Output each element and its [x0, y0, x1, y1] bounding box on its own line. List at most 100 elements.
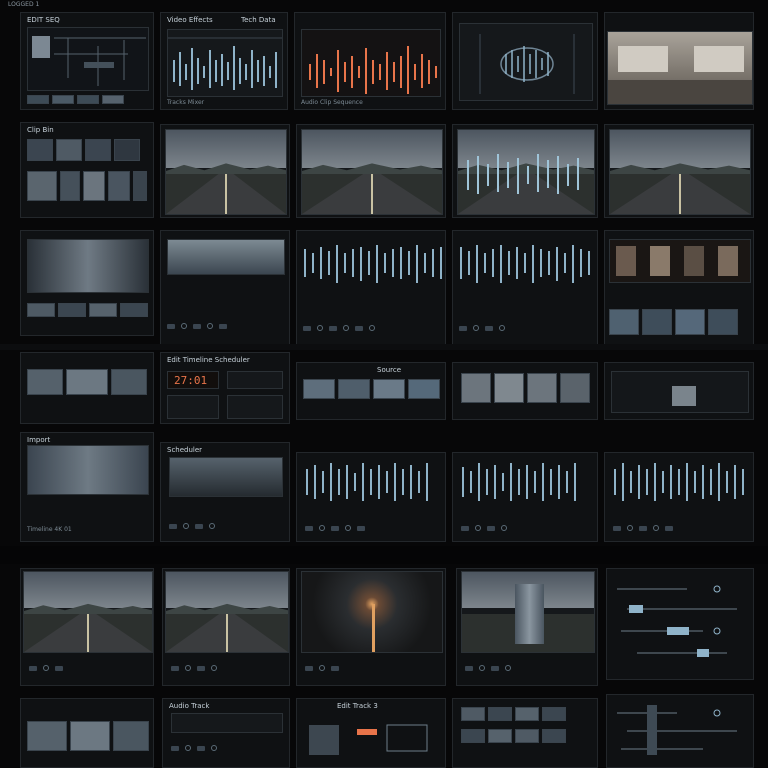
thumbnail[interactable]: [515, 707, 539, 721]
road-viewer-panel[interactable]: [160, 124, 290, 218]
import-preview[interactable]: [27, 445, 149, 495]
effects-panel[interactable]: [604, 362, 754, 420]
control-button[interactable]: [355, 325, 363, 331]
thumbnail[interactable]: [111, 369, 147, 395]
aux-screen[interactable]: [227, 371, 283, 389]
structure-scene-screen[interactable]: [461, 571, 595, 653]
thumbnail[interactable]: [27, 139, 53, 161]
control-knob[interactable]: [653, 525, 659, 531]
control-knob[interactable]: [479, 665, 485, 671]
control-knob[interactable]: [369, 325, 375, 331]
thumbnail[interactable]: [560, 373, 590, 403]
road-scene-screen[interactable]: [23, 571, 153, 653]
control-button[interactable]: [331, 665, 339, 671]
thumbnail[interactable]: [408, 379, 440, 399]
meter-screen[interactable]: [227, 395, 283, 419]
thumbnail[interactable]: [60, 171, 80, 201]
waveform-screen[interactable]: [167, 29, 283, 97]
control-knob[interactable]: [345, 525, 351, 531]
control-button[interactable]: [305, 525, 313, 531]
structure-viewer-panel[interactable]: [456, 568, 598, 686]
thumbnail[interactable]: [675, 309, 705, 335]
waveform-panel[interactable]: [296, 230, 446, 346]
road-viewer-panel[interactable]: [604, 124, 754, 218]
control-knob[interactable]: [211, 665, 217, 671]
track-panel[interactable]: [20, 698, 154, 768]
thumbnail[interactable]: [27, 303, 55, 317]
thumbnail[interactable]: [85, 139, 111, 161]
control-button[interactable]: [357, 525, 365, 531]
thumbnail[interactable]: [70, 721, 110, 751]
scheduler-viewer-panel[interactable]: Scheduler: [160, 442, 290, 542]
road-scene-screen[interactable]: [165, 129, 287, 215]
media-item[interactable]: [616, 246, 636, 276]
road-scene-screen[interactable]: [457, 129, 595, 215]
control-knob[interactable]: [211, 745, 217, 751]
waveform-panel[interactable]: [452, 452, 598, 542]
scheduler-panel[interactable]: Edit Timeline Scheduler 27:01: [160, 352, 290, 424]
track-screen[interactable]: [171, 713, 283, 733]
control-knob[interactable]: [185, 665, 191, 671]
thumbnail[interactable]: [494, 373, 524, 403]
orange-waveform-screen[interactable]: [301, 29, 441, 97]
clip-bin-panel[interactable]: Clip Bin: [20, 122, 154, 218]
waveform-panel[interactable]: [296, 452, 446, 542]
thumbnail[interactable]: [708, 309, 738, 335]
control-knob[interactable]: [343, 325, 349, 331]
media-item[interactable]: [650, 246, 670, 276]
effects-screen[interactable]: [611, 371, 749, 413]
multicam-panel[interactable]: [452, 698, 598, 768]
preview-panel[interactable]: [20, 230, 154, 336]
train-interior-screen[interactable]: [607, 31, 753, 105]
control-button[interactable]: [197, 665, 205, 671]
control-button[interactable]: [29, 665, 37, 671]
road-viewer-panel[interactable]: [162, 568, 290, 686]
control-button[interactable]: [459, 325, 467, 331]
parameter-panel[interactable]: [606, 568, 754, 680]
control-button[interactable]: [305, 665, 313, 671]
thumbnail[interactable]: [27, 171, 57, 201]
thumbnail[interactable]: [488, 729, 512, 743]
meter-screen[interactable]: [167, 395, 219, 419]
video-effects-panel[interactable]: Video Effects Tech Data Tracks Mixer: [160, 12, 288, 110]
control-button[interactable]: [639, 525, 647, 531]
control-knob[interactable]: [207, 323, 213, 329]
control-knob[interactable]: [181, 323, 187, 329]
thumbnail[interactable]: [27, 721, 67, 751]
media-item[interactable]: [684, 246, 704, 276]
thumbnail[interactable]: [58, 303, 86, 317]
thumbnail[interactable]: [56, 139, 82, 161]
thumbnail[interactable]: [133, 171, 147, 201]
road-scene-screen[interactable]: [165, 571, 289, 653]
thumbnail[interactable]: [461, 373, 491, 403]
control-knob[interactable]: [499, 325, 505, 331]
thumbnail[interactable]: [373, 379, 405, 399]
preview-screen[interactable]: [27, 239, 149, 293]
control-button[interactable]: [613, 525, 621, 531]
control-knob[interactable]: [505, 665, 511, 671]
road-viewer-panel[interactable]: [20, 568, 154, 686]
signal-scope-panel[interactable]: [452, 12, 598, 110]
thumbnail[interactable]: [114, 139, 140, 161]
control-knob[interactable]: [183, 523, 189, 529]
control-button[interactable]: [55, 665, 63, 671]
control-button[interactable]: [331, 525, 339, 531]
scope-screen[interactable]: [459, 23, 593, 101]
control-button[interactable]: [169, 523, 177, 529]
landscape-screen[interactable]: [167, 239, 285, 275]
thumbnail[interactable]: [461, 729, 485, 743]
control-button[interactable]: [329, 325, 337, 331]
thumbnail[interactable]: [338, 379, 370, 399]
road-viewer-panel[interactable]: [296, 124, 446, 218]
control-knob[interactable]: [627, 525, 633, 531]
thumbnail[interactable]: [27, 95, 49, 104]
control-button[interactable]: [665, 525, 673, 531]
thumbnail[interactable]: [303, 379, 335, 399]
source-panel[interactable]: [20, 352, 154, 424]
source-strip-panel[interactable]: Source: [296, 362, 446, 420]
control-button[interactable]: [195, 523, 203, 529]
control-button[interactable]: [171, 745, 179, 751]
thumbnail[interactable]: [609, 309, 639, 335]
control-knob[interactable]: [317, 325, 323, 331]
thumbnail[interactable]: [542, 707, 566, 721]
